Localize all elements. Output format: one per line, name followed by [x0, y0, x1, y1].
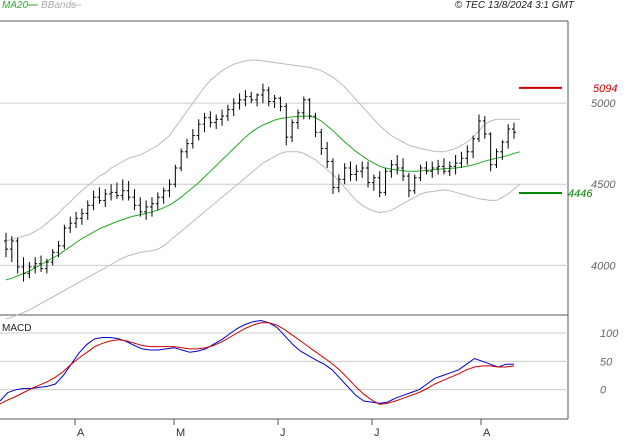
legend-ma20: MA20 [2, 0, 29, 11]
ma20-path [5, 115, 520, 281]
ohlc-bar [319, 129, 324, 156]
ohlc-bar [436, 159, 441, 175]
bbands-lower-line [5, 151, 521, 320]
ohlc-bar [68, 216, 73, 233]
ohlc-bar [512, 122, 516, 139]
ohlc-bar [56, 241, 61, 258]
price-tick-label: 5000 [591, 98, 616, 110]
month-label: M [176, 427, 185, 439]
ohlc-bar [97, 187, 102, 204]
ohlc-bar [132, 189, 137, 211]
ohlc-bar [138, 197, 143, 217]
ohlc-bar [243, 90, 248, 107]
ohlc-bar [278, 96, 283, 112]
ohlc-bar [62, 224, 67, 250]
ohlc-bar [231, 98, 236, 117]
macd-tick-label: 100 [600, 328, 619, 340]
ohlc-bar [120, 179, 125, 201]
ohlc-bar [476, 114, 481, 143]
macd-tick-label: 0 [600, 385, 607, 397]
ohlc-bar [155, 192, 160, 211]
month-label: A [77, 427, 85, 439]
ohlc-bar [4, 232, 8, 258]
price-tick-label: 4500 [591, 179, 616, 191]
ohlc-bar [190, 129, 195, 149]
ohlc-bar [196, 119, 201, 141]
ohlc-bar [488, 132, 493, 172]
source-copyright: © TEC 13/8/2024 3:1 GMT [455, 0, 575, 11]
ohlc-bar [441, 158, 446, 175]
ohlc-bar [383, 168, 388, 196]
ma20-line [5, 115, 520, 281]
ohlc-bar [453, 155, 458, 175]
ohlc-bar [459, 151, 464, 168]
ohlc-bar [325, 142, 330, 168]
month-label: J [374, 427, 380, 439]
ohlc-bar [290, 119, 295, 143]
ohlc-bar [260, 83, 265, 104]
ohlc-bar [237, 93, 242, 110]
ohlc-bar [21, 257, 26, 282]
ohlc-bar [114, 182, 119, 199]
macd-title: MACD [2, 323, 31, 334]
ohlc-bar [91, 190, 96, 211]
ohlc-bar [249, 91, 254, 104]
ohlc-bar [214, 114, 219, 130]
ohlc-bar [313, 112, 318, 138]
ohlc-bar [208, 111, 213, 128]
ohlc-bar [506, 124, 511, 149]
ohlc-bar [348, 161, 353, 181]
ohlc-bar [354, 164, 359, 181]
axes: 4000 4500 5000 0 50 100 A M J J A [74, 98, 619, 439]
ohlc-bar [424, 161, 429, 175]
ohlc-bar [272, 95, 277, 108]
ohlc-bar [342, 163, 347, 185]
ohlc-bar [418, 164, 423, 181]
stock-chart: 5094 4446 4000 4500 5000 0 50 100 A M J J A MA20 BB… [0, 0, 619, 439]
ohlc-bar [85, 200, 90, 220]
ohlc-bar [482, 116, 487, 139]
price-tick-label: 4000 [591, 260, 616, 272]
ohlc-bar [220, 109, 225, 126]
ohlc-bar [167, 179, 172, 198]
ohlc-bar [366, 161, 371, 188]
ohlc-bar [144, 200, 149, 220]
ohlc-bar [225, 104, 230, 121]
legend: MA20 BBands [2, 0, 81, 11]
ohlc-bar [295, 109, 300, 130]
month-label: A [483, 427, 491, 439]
ohlc-bar [284, 103, 289, 146]
macd-signal-line [0, 322, 515, 405]
ohlc-bar [255, 93, 260, 107]
legend-bbands: BBands [41, 0, 76, 11]
ohlc-bar [336, 174, 341, 193]
ohlc-bar [161, 187, 166, 204]
ohlc-bar [371, 174, 376, 191]
ohlc-bar [15, 237, 20, 274]
ohlc-bar [79, 208, 84, 225]
ohlc-bar [185, 138, 190, 159]
ohlc-bar [406, 172, 411, 198]
ohlc-bar [395, 155, 400, 175]
support-label: 4446 [568, 188, 593, 200]
ohlc-bar [360, 161, 365, 178]
resistance-label: 5094 [593, 83, 617, 95]
ohlc-bar [109, 184, 114, 201]
ohlc-bars [4, 83, 516, 282]
ohlc-bar [149, 197, 154, 217]
ohlc-bar [401, 158, 406, 181]
ohlc-bar [179, 148, 184, 172]
month-label: J [280, 427, 286, 439]
ohlc-bar [103, 189, 108, 207]
ohlc-bar [202, 112, 207, 133]
macd-tick-label: 50 [600, 356, 613, 368]
ohlc-bar [74, 211, 79, 229]
ohlc-bar [465, 145, 470, 165]
